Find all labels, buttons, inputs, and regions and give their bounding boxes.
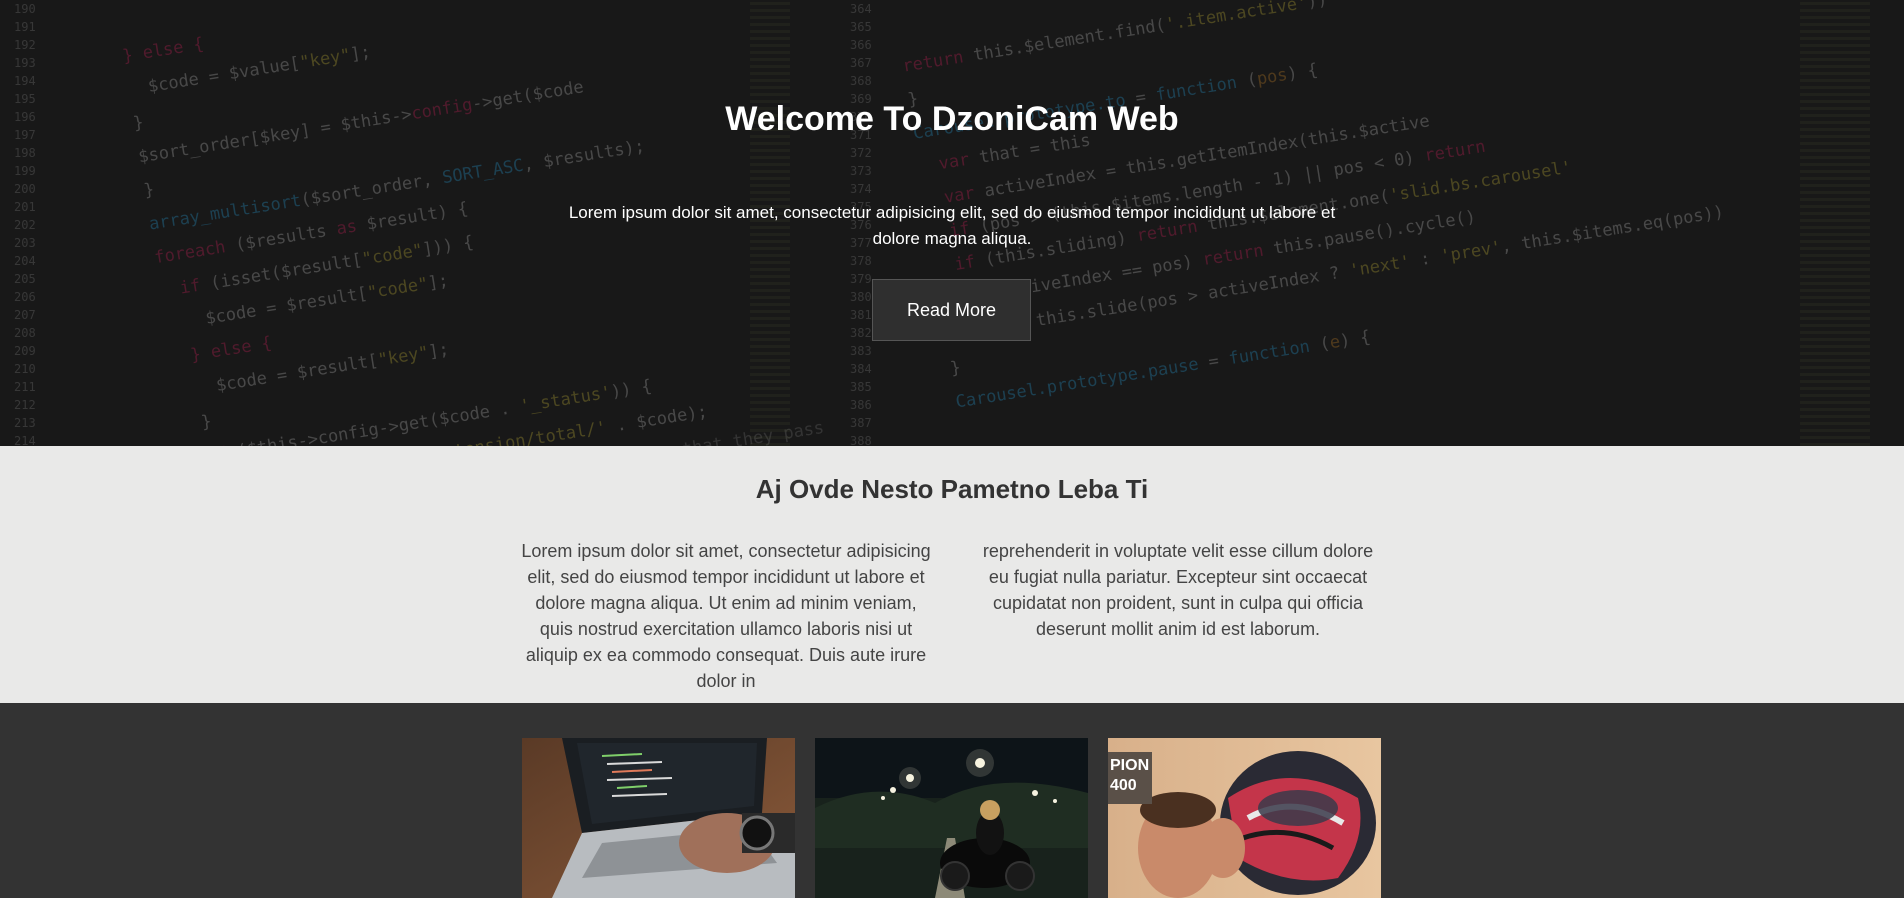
about-text-column-1: Lorem ipsum dolor sit amet, consectetur … <box>521 541 931 691</box>
read-more-button[interactable]: Read More <box>872 279 1031 341</box>
about-title: Aj Ovde Nesto Pametno Leba Ti <box>755 474 1149 504</box>
gallery-image-helmet-portrait[interactable]: PION 400 <box>1108 738 1381 898</box>
laptop-photo-illustration <box>522 738 795 898</box>
hero-description: Lorem ipsum dolor sit amet, consectetur … <box>568 203 1336 248</box>
gallery-image-laptop[interactable] <box>522 738 795 898</box>
motorcycle-photo-illustration <box>815 738 1088 898</box>
hero-title: Welcome To DzoniCam Web <box>725 100 1179 138</box>
photo-text-badge: PION 400 <box>1108 752 1152 804</box>
about-text-column-2: reprehenderit in voluptate velit esse ci… <box>982 541 1374 639</box>
gallery-section: PION 400 <box>0 703 1904 898</box>
gallery-image-motorcycle[interactable] <box>815 738 1088 898</box>
hero-section: 190 191 192 193 194 195 196 197 198 199 … <box>0 0 1904 446</box>
about-section: Aj Ovde Nesto Pametno Leba Ti Lorem ipsu… <box>0 446 1904 703</box>
